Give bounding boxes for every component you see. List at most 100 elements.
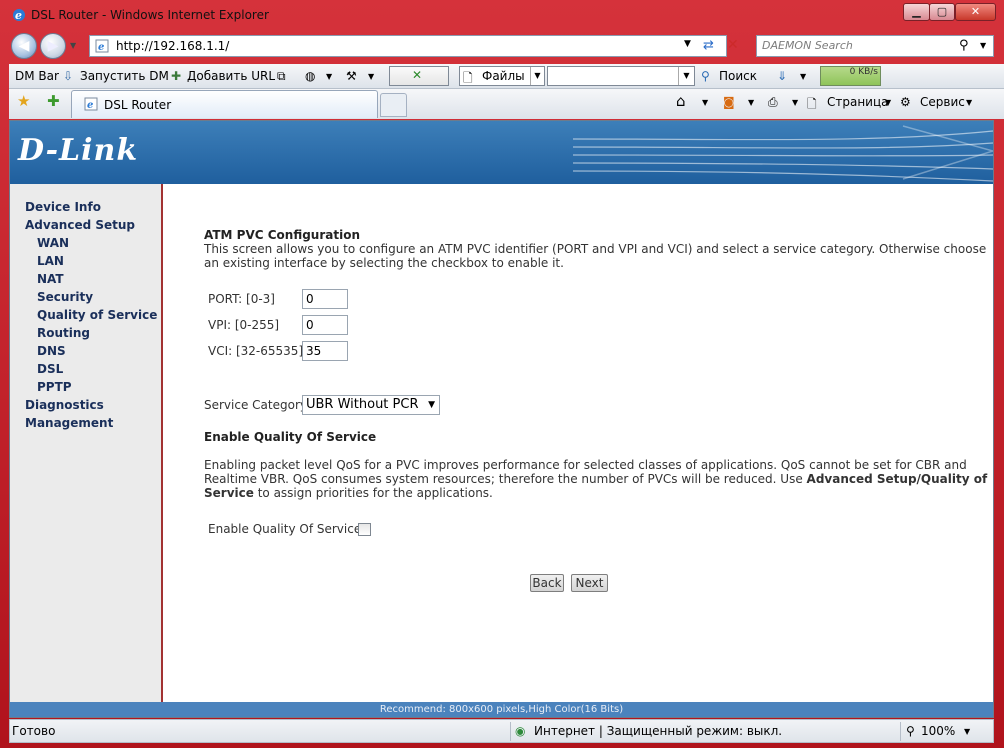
- home-dropdown-icon[interactable]: ▼: [702, 98, 708, 107]
- qos-text-2a: Realtime VBR. QoS consumes system resour…: [204, 472, 807, 486]
- search-box[interactable]: DAEMON Search ⚲ ▼: [756, 35, 994, 57]
- title-bar: e DSL Router - Windows Internet Explorer…: [0, 0, 1004, 30]
- vci-label: VCI: [32-65535]: [208, 344, 304, 358]
- address-url[interactable]: http://192.168.1.1/: [116, 39, 229, 53]
- forward-nav-button[interactable]: ▶: [40, 33, 66, 59]
- new-tab-button[interactable]: [380, 93, 407, 117]
- page-icon: e: [95, 39, 109, 53]
- back-button[interactable]: Back: [530, 574, 564, 592]
- sidebar-item-dns[interactable]: DNS: [37, 344, 66, 358]
- chevron-down-icon: ▼: [428, 400, 435, 410]
- home-icon[interactable]: ⌂: [676, 92, 686, 110]
- history-dropdown-icon[interactable]: ▼: [70, 41, 76, 50]
- qos-text-3b: to assign priorities for the application…: [253, 486, 493, 500]
- tools-menu[interactable]: Сервис: [920, 95, 965, 109]
- security-zone[interactable]: Интернет | Защищенный режим: выкл.: [534, 724, 782, 738]
- sidebar: Device Info Advanced Setup WAN LAN NAT S…: [10, 184, 163, 702]
- dmbar-label[interactable]: DM Bar: [15, 69, 59, 83]
- tab-label: DSL Router: [104, 98, 172, 112]
- add-favorites-icon[interactable]: ✚: [47, 92, 60, 110]
- tool-dropdown-icon[interactable]: ▼: [368, 72, 374, 81]
- tab-dsl-router[interactable]: e DSL Router: [71, 90, 378, 118]
- close-button[interactable]: ✕: [955, 3, 996, 21]
- globe-icon[interactable]: ◍: [305, 69, 315, 83]
- qos-text-3-link: Service: [204, 486, 254, 500]
- tools-menu-dropdown-icon[interactable]: ▼: [966, 98, 972, 107]
- download-icon[interactable]: ⇓: [777, 69, 787, 83]
- port-input[interactable]: [302, 289, 348, 309]
- print-dropdown-icon[interactable]: ▼: [792, 98, 798, 107]
- launch-dm-button[interactable]: Запустить DM: [80, 69, 169, 83]
- page-menu[interactable]: Страница: [827, 95, 889, 109]
- toolbar-combo[interactable]: ▼: [547, 66, 695, 86]
- zoom-level[interactable]: 100%: [921, 724, 955, 738]
- sidebar-item-routing[interactable]: Routing: [37, 326, 90, 340]
- vpi-label: VPI: [0-255]: [208, 318, 280, 332]
- sidebar-item-advanced-setup[interactable]: Advanced Setup: [25, 218, 135, 232]
- sidebar-item-security[interactable]: Security: [37, 290, 93, 304]
- files-dropdown-icon[interactable]: ▼: [530, 67, 544, 85]
- refresh-icon[interactable]: ⇄: [703, 38, 714, 53]
- browser-window: e DSL Router - Windows Internet Explorer…: [0, 0, 1004, 748]
- files-select[interactable]: 🗋 Файлы ▼: [459, 66, 545, 86]
- dlink-banner: D-Link: [10, 121, 993, 184]
- next-button[interactable]: Next: [571, 574, 608, 592]
- zoom-dropdown-icon[interactable]: ▼: [964, 727, 970, 736]
- qos-text-2: Realtime VBR. QoS consumes system resour…: [204, 472, 987, 486]
- service-category-select[interactable]: UBR Without PCR ▼: [302, 395, 440, 415]
- sidebar-item-diagnostics[interactable]: Diagnostics: [25, 398, 104, 412]
- sidebar-item-nat[interactable]: NAT: [37, 272, 64, 286]
- svg-text:e: e: [98, 42, 104, 53]
- links-icon[interactable]: ⧉: [277, 69, 286, 84]
- back-nav-button[interactable]: ◀: [11, 33, 37, 59]
- ie-icon: e: [13, 9, 25, 22]
- intro-text-1: This screen allows you to configure an A…: [204, 242, 987, 256]
- minimize-button[interactable]: ▁: [903, 3, 930, 21]
- address-dropdown-icon[interactable]: ▼: [684, 39, 691, 49]
- sidebar-item-wan[interactable]: WAN: [37, 236, 69, 250]
- vpi-input[interactable]: [302, 315, 348, 335]
- dm-launch-icon: ⇩: [63, 69, 74, 83]
- port-label: PORT: [0-3]: [208, 292, 275, 306]
- status-divider: [510, 722, 511, 741]
- service-category-value: UBR Without PCR: [306, 397, 419, 412]
- zoom-icon: ⚲: [906, 724, 915, 738]
- search-dropdown-icon[interactable]: ▼: [980, 41, 986, 50]
- qos-checkbox-label: Enable Quality Of Service: [208, 522, 362, 536]
- status-bar: Готово ◉ Интернет | Защищенный режим: вы…: [9, 719, 994, 743]
- address-bar[interactable]: e http://192.168.1.1/ ▼ ⇄ ✕: [89, 35, 739, 57]
- main-panel: ATM PVC Configuration This screen allows…: [165, 184, 993, 702]
- qos-checkbox[interactable]: [358, 523, 371, 536]
- footer-recommend: Recommend: 800x600 pixels,High Color(16 …: [10, 702, 993, 717]
- vci-input[interactable]: [302, 341, 348, 361]
- stop-icon[interactable]: ✕: [727, 37, 739, 53]
- maximize-button[interactable]: ▢: [929, 3, 955, 21]
- download-dropdown-icon[interactable]: ▼: [800, 72, 806, 81]
- add-url-button[interactable]: Добавить URL: [187, 69, 275, 83]
- sidebar-item-lan[interactable]: LAN: [37, 254, 64, 268]
- sidebar-item-management[interactable]: Management: [25, 416, 113, 430]
- search-placeholder[interactable]: DAEMON Search: [762, 39, 853, 52]
- feeds-dropdown-icon[interactable]: ▼: [748, 98, 754, 107]
- favorites-star-icon[interactable]: ★: [17, 92, 30, 110]
- qos-text-3: Service to assign priorities for the app…: [204, 486, 493, 500]
- sidebar-item-dsl[interactable]: DSL: [37, 362, 63, 376]
- find-button[interactable]: Поиск: [719, 69, 757, 83]
- ie-tab-icon: e: [84, 97, 98, 111]
- gear-icon: ⚙: [900, 95, 911, 109]
- feeds-icon[interactable]: ◙: [723, 95, 735, 109]
- sidebar-item-qos[interactable]: Quality of Service: [37, 308, 157, 322]
- service-category-label: Service Category:: [204, 398, 311, 412]
- tool-icon[interactable]: ⚒: [346, 69, 357, 83]
- globe-dropdown-icon[interactable]: ▼: [326, 72, 332, 81]
- sidebar-item-device-info[interactable]: Device Info: [25, 200, 101, 214]
- scan-button[interactable]: ✕: [389, 66, 449, 86]
- page-menu-dropdown-icon[interactable]: ▼: [885, 98, 891, 107]
- print-icon[interactable]: ⎙: [768, 95, 778, 110]
- sidebar-item-pptp[interactable]: PPTP: [37, 380, 72, 394]
- search-icon[interactable]: ⚲: [959, 38, 969, 53]
- add-icon: ✚: [171, 69, 182, 83]
- combo-dropdown-icon[interactable]: ▼: [678, 67, 694, 85]
- qos-heading: Enable Quality Of Service: [204, 430, 377, 444]
- files-label: Файлы: [482, 69, 525, 83]
